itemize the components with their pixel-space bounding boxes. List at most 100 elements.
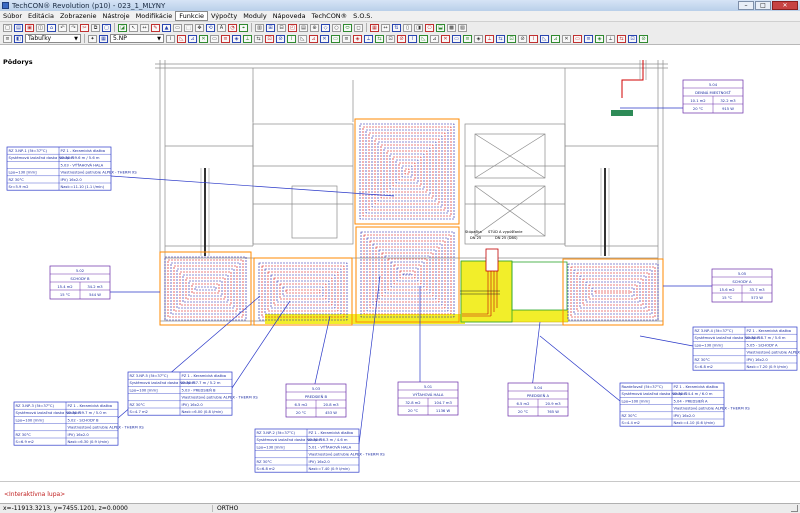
tool-icon[interactable]: ✕ <box>441 35 450 43</box>
lightbulb-icon[interactable]: ✦ <box>88 35 97 43</box>
tool-icon[interactable]: ◈ <box>595 35 604 43</box>
menu-editacia[interactable]: Editácia <box>25 11 57 21</box>
tool-icon[interactable]: ⊿ <box>430 35 439 43</box>
menu-techcon[interactable]: TechCON® <box>309 11 351 21</box>
tool-icon[interactable]: ▤ <box>14 24 23 32</box>
command-line[interactable]: <Interaktívna lupa> <box>0 481 800 504</box>
tool-icon[interactable]: ⌇ <box>408 35 417 43</box>
tool-icon[interactable]: ▩ <box>447 24 456 32</box>
tool-icon[interactable]: ⊕ <box>310 24 319 32</box>
room-tag[interactable]: 5.02SCHODY B15.4 m234.2 m315 °C544 W <box>50 266 110 299</box>
tool-icon[interactable]: ⬭ <box>343 24 352 32</box>
tool-icon[interactable]: ◺ <box>540 35 549 43</box>
tool-icon[interactable]: ⊟ <box>277 24 286 32</box>
tool-icon[interactable]: ↔ <box>381 24 390 32</box>
tool-icon[interactable]: ⊘ <box>639 35 648 43</box>
layers-icon[interactable]: ◧ <box>14 35 23 43</box>
tool-icon[interactable]: ◰ <box>288 24 297 32</box>
tool-icon[interactable]: ✕ <box>320 35 329 43</box>
resize-grip-icon[interactable] <box>791 505 798 512</box>
tool-icon[interactable]: ⊿ <box>551 35 560 43</box>
menu-funkcie[interactable]: Funkcie <box>175 11 208 21</box>
tool-icon[interactable]: ▲ <box>162 24 171 32</box>
tool-icon[interactable]: ✥ <box>195 24 204 32</box>
tool-icon[interactable]: ⇅ <box>392 24 401 32</box>
tool-icon[interactable]: ↶ <box>58 24 67 32</box>
tool-icon[interactable]: ⟲ <box>206 24 215 32</box>
tool-icon[interactable]: ⊿ <box>309 35 318 43</box>
room-tag[interactable]: 5.04DENNÁ MIESTNOSŤ10.1 m232.2 m320 °C91… <box>683 80 743 113</box>
floor-plan[interactable]: Stúpačka STÚD A vypúšťanie DN 25 DN 25 (… <box>0 46 800 481</box>
tool-icon[interactable]: ↔ <box>140 24 149 32</box>
tool-icon[interactable]: ✎ <box>151 24 160 32</box>
menu-modifikacie[interactable]: Modifikácie <box>133 11 176 21</box>
tool-icon[interactable]: ⊘ <box>518 35 527 43</box>
ortho-mode[interactable]: ORTHO <box>212 505 238 512</box>
tool-icon[interactable]: ◈ <box>232 35 241 43</box>
menu-sos[interactable]: S.O.S. <box>350 11 375 21</box>
tool-icon[interactable]: ◫ <box>36 24 45 32</box>
tool-icon[interactable]: ▭ <box>573 35 582 43</box>
tool-icon[interactable]: ⟂ <box>243 35 252 43</box>
tool-icon[interactable]: ⊡ <box>265 35 274 43</box>
tool-icon[interactable]: ≡ <box>221 35 230 43</box>
tool-icon[interactable]: ▯ <box>403 24 412 32</box>
tool-icon[interactable]: ◨ <box>414 24 423 32</box>
drawing-canvas[interactable]: Stúpačka STÚD A vypúšťanie DN 25 DN 25 (… <box>0 46 800 481</box>
minimize-button[interactable]: – <box>738 1 754 10</box>
tool-icon[interactable]: ◺ <box>419 35 428 43</box>
tool-icon[interactable]: ⇆ <box>617 35 626 43</box>
tool-icon[interactable]: ↖ <box>129 24 138 32</box>
tool-icon[interactable]: ⟂ <box>606 35 615 43</box>
tool-icon[interactable]: ⌖ <box>239 24 248 32</box>
room-tag[interactable]: 5.04PREDSIEŇ A6.5 m220.9 m320 °C765 W <box>508 383 568 416</box>
tool-icon[interactable]: ▤ <box>299 24 308 32</box>
tool-icon[interactable]: ⧉ <box>91 24 100 32</box>
tool-icon[interactable]: ⊘ <box>276 35 285 43</box>
tool-icon[interactable]: ⌇ <box>287 35 296 43</box>
tool-icon[interactable]: ≡ <box>342 35 351 43</box>
tool-icon[interactable]: ⎔ <box>425 24 434 32</box>
tool-icon[interactable]: ⊘ <box>397 35 406 43</box>
tool-icon[interactable]: ≡ <box>584 35 593 43</box>
tool-icon[interactable]: ◈ <box>474 35 483 43</box>
tool-icon[interactable]: ⬚ <box>184 24 193 32</box>
tool-icon[interactable]: ⊡ <box>628 35 637 43</box>
tool-icon[interactable]: ⇆ <box>254 35 263 43</box>
room-tag[interactable]: 5.01VÝŤAHOVÁ HALA32.8 m2104.7 m320 °C113… <box>398 382 458 415</box>
floor-combo[interactable]: 5.NP▼ <box>110 34 164 43</box>
tool-icon[interactable]: ◺ <box>177 35 186 43</box>
tool-icon[interactable]: ⊡ <box>507 35 516 43</box>
tool-icon[interactable]: ✕ <box>562 35 571 43</box>
menu-napoveda[interactable]: Nápoveda <box>270 11 309 21</box>
tool-icon[interactable]: ▥ <box>255 24 264 32</box>
menu-nastroje[interactable]: Nástroje <box>100 11 133 21</box>
tool-icon[interactable]: ◻ <box>354 24 363 32</box>
tool-icon[interactable]: ⌂ <box>47 24 56 32</box>
tool-icon[interactable]: ▭ <box>331 35 340 43</box>
tool-icon[interactable]: □ <box>3 24 12 32</box>
tool-icon[interactable]: ◈ <box>353 35 362 43</box>
tool-icon[interactable]: ✕ <box>199 35 208 43</box>
tool-icon[interactable]: ⟂ <box>364 35 373 43</box>
tool-icon[interactable]: ◇ <box>321 24 330 32</box>
menu-zobrazenie[interactable]: Zobrazenie <box>57 11 100 21</box>
tool-icon[interactable]: ▭ <box>210 35 219 43</box>
layer-icon[interactable]: ≡ <box>3 35 12 43</box>
room-tag[interactable]: 5.05SCHODY A15.6 m233.7 m315 °C573 W <box>712 269 772 302</box>
menu-subor[interactable]: Súbor <box>0 11 25 21</box>
tool-icon[interactable]: ⊞ <box>266 24 275 32</box>
tool-icon[interactable]: ◔ <box>228 24 237 32</box>
tool-icon[interactable]: ▦ <box>370 24 379 32</box>
tool-icon[interactable]: ▭ <box>452 35 461 43</box>
room-tag[interactable]: 5.03PREDSIEŇ B6.5 m220.8 m320 °C453 W <box>286 384 346 417</box>
tool-icon[interactable]: ⬓ <box>436 24 445 32</box>
tool-icon[interactable]: ⌇ <box>166 35 175 43</box>
tool-icon[interactable]: ◪ <box>118 24 127 32</box>
tool-icon[interactable]: ⇆ <box>496 35 505 43</box>
tool-icon[interactable]: ≡ <box>463 35 472 43</box>
tool-icon[interactable]: ○ <box>332 24 341 32</box>
tool-icon[interactable]: ⊿ <box>188 35 197 43</box>
menu-moduly[interactable]: Moduly <box>240 11 269 21</box>
layer-combo[interactable]: Tabuľky▼ <box>25 34 81 43</box>
